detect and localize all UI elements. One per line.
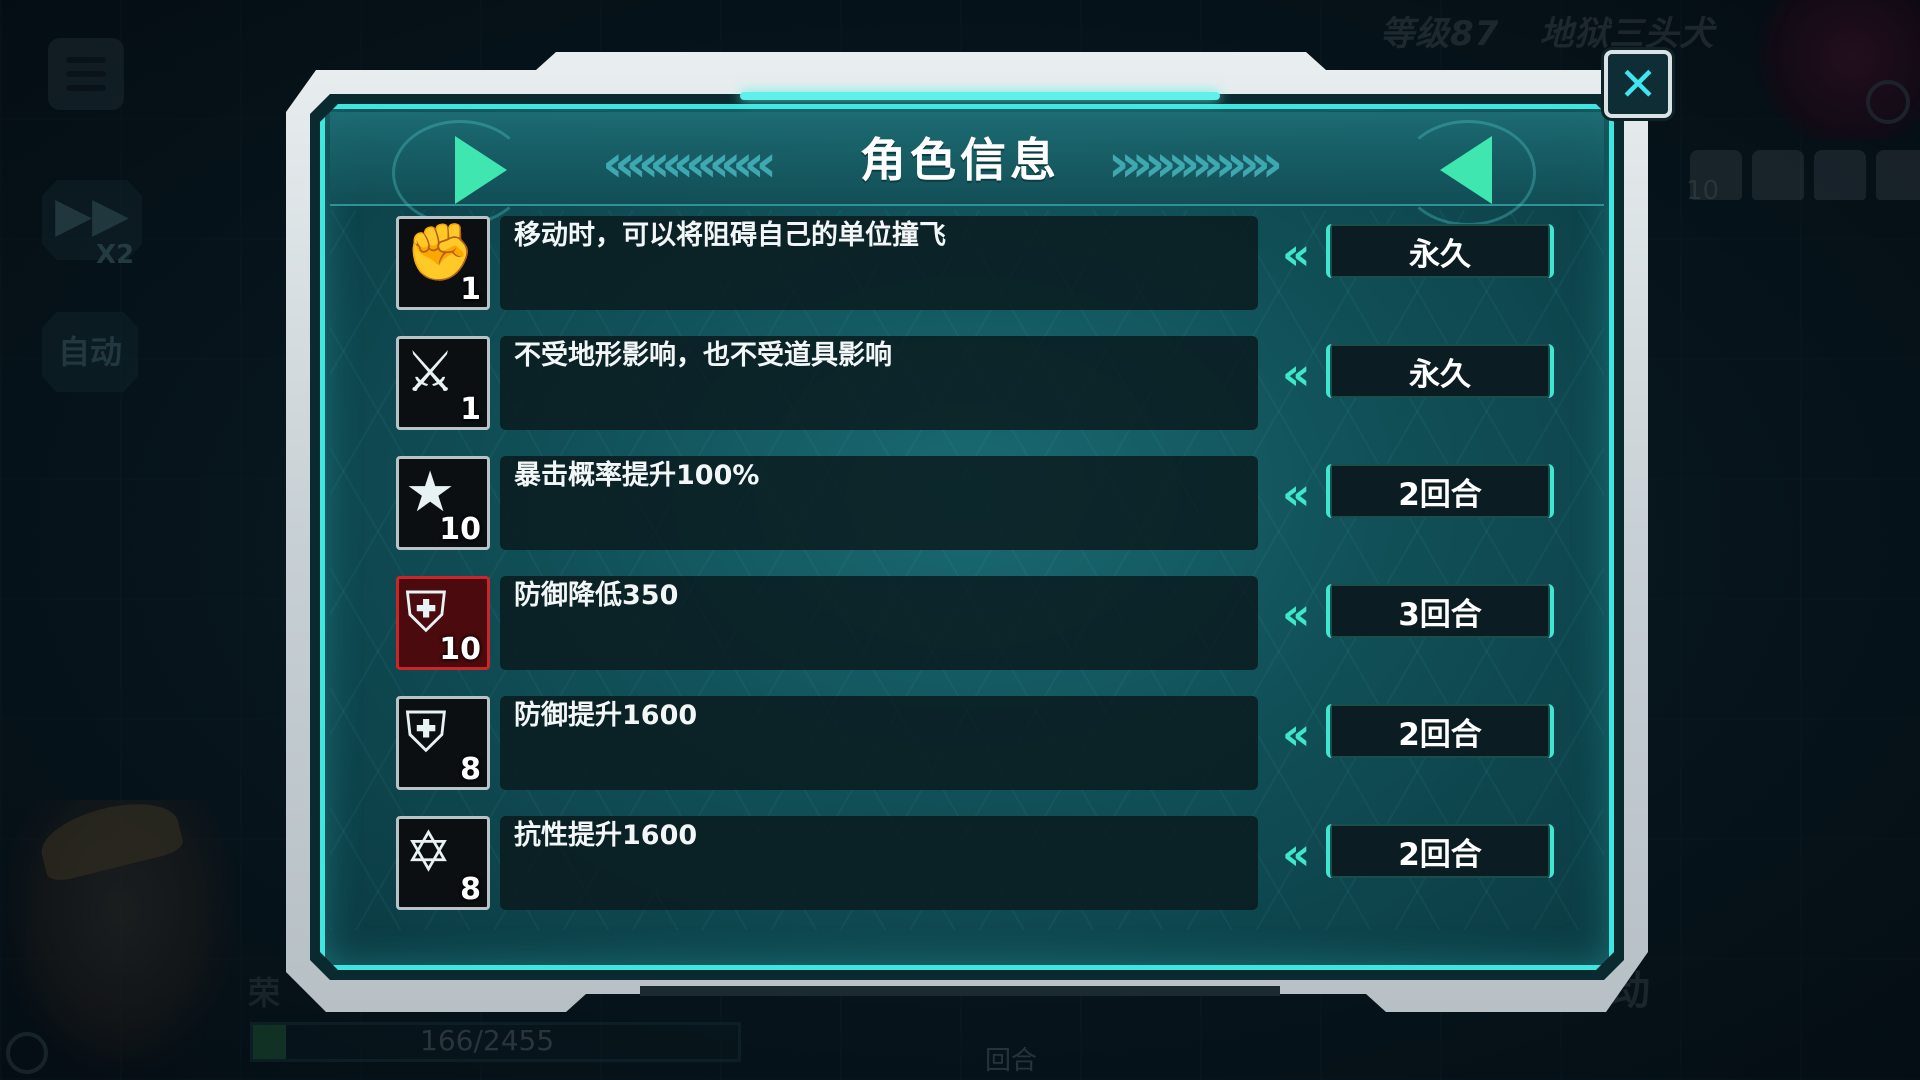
stack-count: 1 [460, 272, 481, 307]
stack-count: 8 [460, 752, 481, 787]
stack-count: 8 [460, 872, 481, 907]
chevron-icon: « [1282, 709, 1311, 760]
defense-down-icon[interactable]: ⛨ 10 [396, 576, 490, 670]
terrain-immune-icon[interactable]: ⚔ 1 [396, 336, 490, 430]
chevron-icon: « [1282, 829, 1311, 880]
duration-box: 永久 [1326, 344, 1554, 398]
effect-description: 抗性提升1600 [514, 820, 698, 851]
buff-row: ⚔ 1 不受地形影响，也不受道具影响 « 永久 [396, 336, 1556, 436]
effect-description-panel: 防御降低350 [500, 576, 1258, 670]
header-glow [740, 92, 1220, 100]
effect-description: 防御提升1600 [514, 700, 698, 731]
effect-description-panel: 暴击概率提升100% [500, 456, 1258, 550]
close-icon: ✕ [1618, 57, 1658, 111]
chevron-icon: « [1282, 349, 1311, 400]
dialog-title: 角色信息 [860, 133, 1060, 187]
buff-row: ✡ 8 抗性提升1600 « 2回合 [396, 816, 1556, 916]
crit-up-icon[interactable]: ★ 10 [396, 456, 490, 550]
icon-glyph: ✡ [405, 820, 452, 885]
duration-label: 2回合 [1398, 716, 1482, 753]
effect-description-panel: 移动时，可以将阻碍自己的单位撞飞 [500, 216, 1258, 310]
chevron-icon: « [1282, 589, 1311, 640]
effect-description-panel: 不受地形影响，也不受道具影响 [500, 336, 1258, 430]
duration-label: 2回合 [1398, 836, 1482, 873]
chevron-icon: « [1282, 229, 1311, 280]
effect-description: 移动时，可以将阻碍自己的单位撞飞 [514, 220, 946, 251]
stack-count: 10 [439, 512, 481, 547]
dialog-bottom-strip [640, 986, 1280, 996]
duration-box: 3回合 [1326, 584, 1554, 638]
debuff-row: ⛨ 10 防御降低350 « 3回合 [396, 576, 1556, 676]
buff-row: ⛨ 8 防御提升1600 « 2回合 [396, 696, 1556, 796]
duration-box: 2回合 [1326, 704, 1554, 758]
effect-description: 防御降低350 [514, 580, 679, 611]
buff-row: ✊ 1 移动时，可以将阻碍自己的单位撞飞 « 永久 [396, 216, 1556, 316]
effect-description: 暴击概率提升100% [514, 460, 760, 491]
resistance-up-icon[interactable]: ✡ 8 [396, 816, 490, 910]
duration-label: 永久 [1409, 236, 1471, 273]
icon-glyph: ⛨ [405, 700, 447, 765]
effect-description-panel: 抗性提升1600 [500, 816, 1258, 910]
duration-box: 2回合 [1326, 824, 1554, 878]
close-button[interactable]: ✕ [1604, 50, 1672, 118]
stack-count: 10 [439, 632, 481, 667]
effect-description: 不受地形影响，也不受道具影响 [514, 340, 892, 371]
stack-count: 1 [460, 392, 481, 427]
icon-glyph: ⚔ [405, 340, 456, 405]
defense-up-icon[interactable]: ⛨ 8 [396, 696, 490, 790]
chevron-icon: « [1282, 469, 1311, 520]
duration-label: 永久 [1409, 356, 1471, 393]
duration-label: 3回合 [1398, 596, 1482, 633]
duration-box: 2回合 [1326, 464, 1554, 518]
duration-label: 2回合 [1398, 476, 1482, 513]
buff-row: ★ 10 暴击概率提升100% « 2回合 [396, 456, 1556, 556]
knockback-icon[interactable]: ✊ 1 [396, 216, 490, 310]
duration-box: 永久 [1326, 224, 1554, 278]
effect-description-panel: 防御提升1600 [500, 696, 1258, 790]
